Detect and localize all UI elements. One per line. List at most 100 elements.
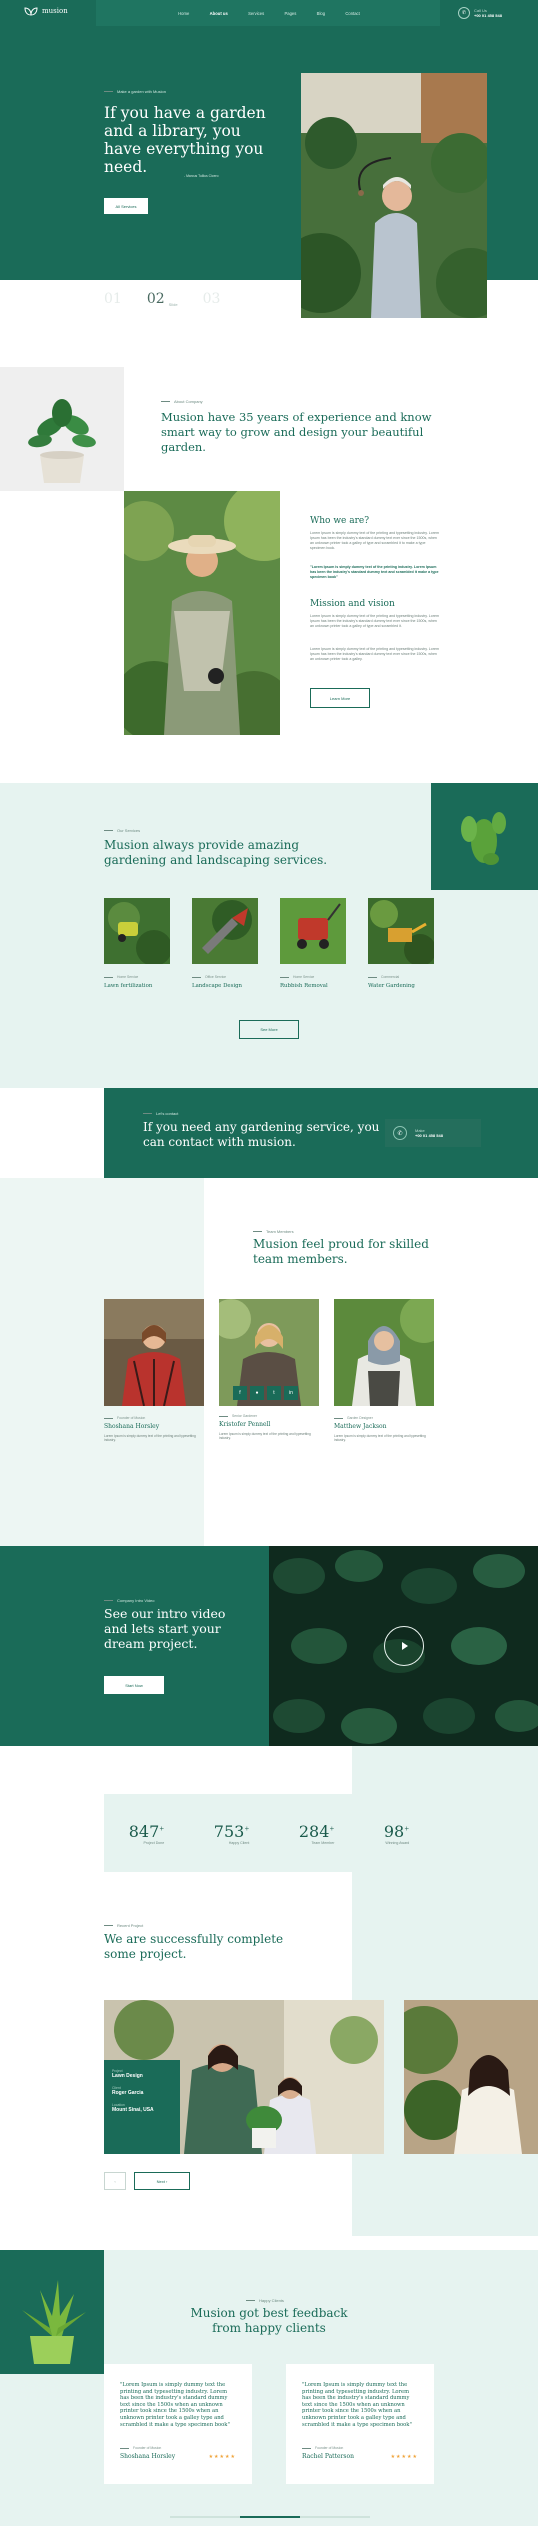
slider-item-2-label: Slide [168,302,178,307]
play-icon [402,1642,408,1650]
service-card[interactable]: Commercial Water Gardening [368,898,436,989]
stat-sup: + [329,1825,335,1833]
hero-slider: 01 02 Slide 03 [104,291,220,307]
prev-button[interactable]: ‹ [104,2172,126,2190]
stat-label: Winning Award [385,1840,410,1845]
star-rating-icon: ★★★★★ [390,2453,418,2460]
services-eyebrow: Our Services [104,828,140,833]
nav-services[interactable]: Services [248,11,264,16]
services-list: Home Service Lawn fertilization Office S… [104,898,436,989]
service-title: Water Gardening [368,983,415,989]
linkedin-icon[interactable]: in [284,1386,298,1400]
slider-item-2-num: 02 [146,291,165,307]
team-member-bio: Lorem Ipsum is simply dummy text of the … [334,1434,426,1443]
nav-contact[interactable]: Contact [345,11,359,16]
facebook-icon[interactable]: f [233,1386,247,1400]
who-title: Who we are? [310,516,370,526]
who-text: Lorem Ipsum is simply dummy text of the … [310,531,439,550]
nav-about[interactable]: About us [210,11,228,16]
brand-logo[interactable]: musion [24,6,68,16]
project-pager: ‹ Next › [104,2172,190,2190]
team-member-name: Shoshana Horsley [104,1423,160,1430]
service-title: Rubbish Removal [280,983,328,989]
project-image-secondary [404,2000,538,2154]
testimonial-role: Founder of Musion [120,2446,236,2450]
project-detail-value: Lawn Design [112,2073,143,2079]
nav-pages[interactable]: Pages [284,11,296,16]
team-member-name: Matthew Jackson [334,1423,387,1430]
learn-more-button[interactable]: Learn More [310,688,370,708]
slider-item-2[interactable]: 02 Slide [147,291,178,307]
video-title: See our intro video and lets start your … [104,1606,226,1651]
hero-eyebrow: Make a garden with Musion [104,89,166,94]
service-category: Home Service [280,975,346,979]
testimonials-title: Musion got best feedback from happy clie… [190,2306,348,2335]
hero-quote-author: - Marcus Tullius Cicero [184,174,219,178]
next-button[interactable]: Next › [134,2172,190,2190]
play-video-button[interactable] [384,1626,424,1666]
mission-text-1: Lorem Ipsum is simply dummy text of the … [310,614,439,628]
stat-value: 284 [298,1821,330,1841]
services-title: Musion always provide amazing gardening … [104,838,328,867]
contact-call-box[interactable]: ✆ Make +00 01 458 548 [385,1119,481,1147]
header-call[interactable]: ✆ Call Us +00 01 458 548 [458,7,502,19]
start-now-button[interactable]: Start Now [104,1676,164,1694]
testimonial-card: "Lorem Ipsum is simply dummy text the pr… [286,2364,434,2484]
projects-title: We are successfully complete some projec… [104,1932,284,1961]
service-image-rubbish [280,898,346,964]
service-card[interactable]: Office Service Landscape Design [192,898,258,989]
testimonials-eyebrow: Happy Clients [246,2298,284,2303]
team-member-card[interactable]: Founder of Musion Shoshana Horsley Lorem… [104,1299,204,1443]
nav-blog[interactable]: Blog [317,11,325,16]
service-title: Lawn fertilization [104,983,153,989]
about-plant-image [0,367,124,491]
team-member-photo [334,1295,448,1406]
stat-label: Team Member [311,1840,335,1845]
stat-value: 753 [213,1821,245,1841]
stat-sup: + [159,1825,165,1833]
next-label: Next [156,2178,165,2184]
stat-item: 753+ Happy Client [214,1822,250,1845]
projects-eyebrow: Recent Project [104,1923,143,1928]
testimonial-name: Shoshana Horsley [120,2453,176,2460]
stat-item: 284+ Team Member [299,1822,335,1845]
about-title: Musion have 35 years of experience and k… [161,410,432,454]
hero-all-services-button[interactable]: All Services [104,198,148,214]
hero-title: If you have a garden and a library, you … [104,104,266,176]
service-card[interactable]: Home Service Rubbish Removal [280,898,346,989]
stat-sup: + [244,1825,250,1833]
team-member-card[interactable]: Garden Designer Matthew Jackson Lorem Ip… [334,1295,448,1443]
slider-item-3[interactable]: 03 [203,291,221,307]
stat-label: Happy Client [228,1840,250,1845]
page: musion Home About us Services Pages Blog… [0,0,538,2526]
twitter-icon[interactable]: t [267,1386,281,1400]
testimonials-list: "Lorem Ipsum is simply dummy text the pr… [104,2364,434,2484]
video-eyebrow: Company Intro Video [104,1598,155,1603]
stat-sup: + [404,1825,410,1833]
phone-icon: ✆ [458,7,470,19]
service-image-landscape [192,898,258,964]
hero-gardener-image [301,73,487,318]
project-detail-value: Mount Sinai, USA [112,2107,154,2113]
stat-item: 98+ Winning Award [384,1822,409,1845]
slider-item-1[interactable]: 01 [104,291,122,307]
nav-home[interactable]: Home [178,11,189,16]
service-card[interactable]: Home Service Lawn fertilization [104,898,172,989]
contact-call-number: +00 01 458 548 [415,1133,443,1138]
testimonial-name: Rachel Patterson [302,2453,354,2460]
mission-title: Mission and vision [310,599,395,609]
service-image-lawn [104,898,172,966]
stat-value: 98 [383,1821,405,1841]
see-more-button[interactable]: See More [239,1020,299,1039]
team-member-role: Founder of Musion [104,1416,204,1420]
testimonial-quote: "Lorem Ipsum is simply dummy text the pr… [120,2382,230,2428]
team-title: Musion feel proud for skilled team membe… [253,1237,429,1266]
stat-item: 847+ Project Done [129,1822,165,1845]
service-image-water [368,898,436,966]
team-member-role: Senior Gardener [219,1414,319,1418]
social-icons: f ● t in [233,1386,298,1400]
contact-eyebrow: Let's contact [143,1111,178,1116]
dribbble-icon[interactable]: ● [250,1386,264,1400]
team-member-card[interactable]: f ● t in Senior Gardener Kristofer Penne… [211,1299,319,1443]
call-number: +00 01 458 548 [474,13,502,18]
